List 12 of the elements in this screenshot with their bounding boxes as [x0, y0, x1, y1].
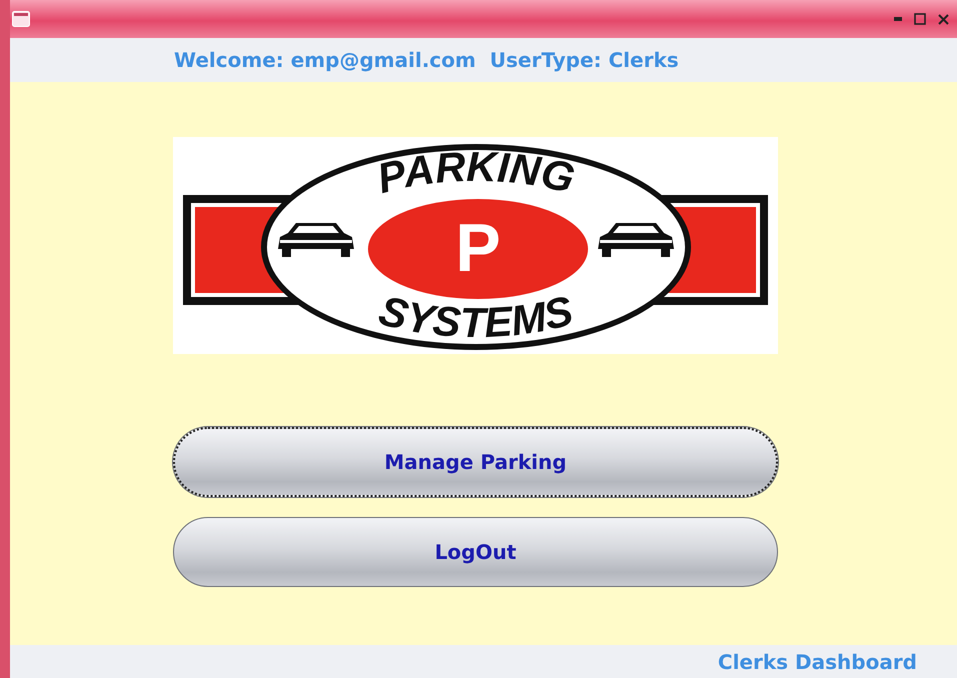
logo-text: PARKING [372, 142, 580, 202]
car-icon [598, 223, 674, 257]
dashboard-button[interactable]: Manage Parking [173, 427, 778, 497]
dashboard-title: Clerks Dashboard [718, 650, 917, 674]
dashboard-button[interactable]: LogOut [173, 517, 778, 587]
maximize-icon[interactable] [914, 13, 926, 25]
logo-text: SYSTEMS [374, 286, 578, 346]
logo-text: P [455, 210, 501, 286]
car-icon [278, 223, 354, 257]
welcome-text: Welcome: emp@gmail.com UserType: Clerks [174, 48, 679, 72]
close-icon[interactable] [938, 14, 949, 24]
app-icon [12, 11, 30, 27]
